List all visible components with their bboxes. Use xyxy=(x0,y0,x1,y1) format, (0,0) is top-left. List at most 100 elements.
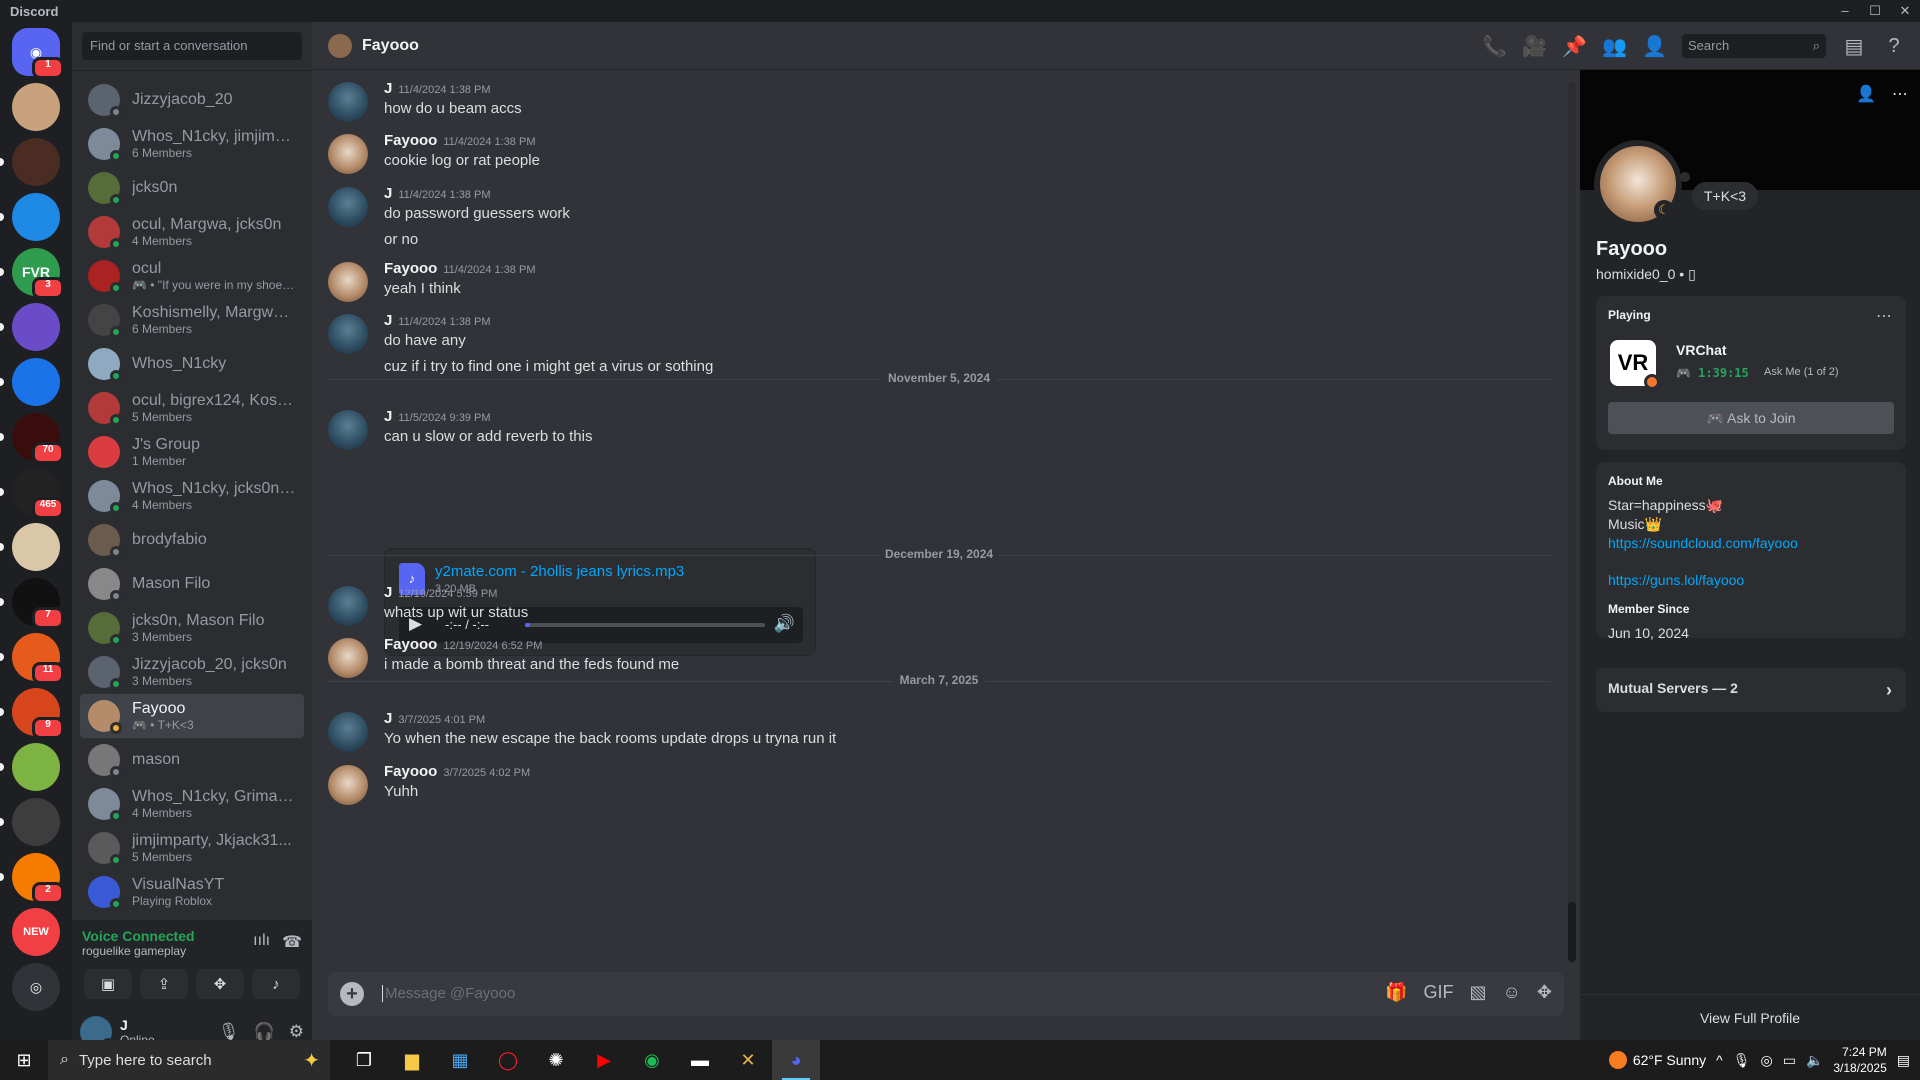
video-call-icon[interactable]: 🎥 xyxy=(1522,34,1547,59)
message-author[interactable]: Fayooo xyxy=(384,636,437,653)
dm-item[interactable]: ocul 🎮 • "If you were in my shoes ... xyxy=(80,254,304,298)
server-icon[interactable]: 11 xyxy=(0,633,64,684)
avatar[interactable] xyxy=(328,187,368,227)
new-server-button[interactable]: NEW xyxy=(12,908,60,956)
dm-item[interactable]: ocul, Margwa, jcks0n 4 Members xyxy=(80,210,304,254)
server-icon[interactable] xyxy=(0,193,60,241)
avatar[interactable] xyxy=(328,765,368,805)
dm-search-input[interactable]: Find or start a conversation xyxy=(82,32,302,60)
notifications-icon[interactable]: ▤ xyxy=(1897,1052,1910,1069)
message-author[interactable]: J xyxy=(384,185,392,202)
disconnect-icon[interactable]: ☎ xyxy=(282,932,302,952)
server-icon[interactable] xyxy=(0,798,60,846)
gif-icon[interactable]: GIF xyxy=(1424,982,1454,1003)
server-icon[interactable] xyxy=(12,83,60,131)
avatar[interactable] xyxy=(328,262,368,302)
camera-off-button[interactable]: ▣ xyxy=(84,969,132,999)
attachment-link[interactable]: y2mate.com - 2hollis jeans lyrics.mp3 xyxy=(435,563,684,580)
message-author[interactable]: J xyxy=(384,408,392,425)
dm-item[interactable]: Fayooo 🎮 • T+K<3 xyxy=(80,694,304,738)
dm-item[interactable]: jcks0n, Mason Filo 3 Members xyxy=(80,606,304,650)
profile-link[interactable]: https://guns.lol/fayooo xyxy=(1608,571,1894,590)
message-author[interactable]: J xyxy=(384,710,392,727)
game-icon[interactable]: ▬ xyxy=(676,1040,724,1080)
avatar[interactable] xyxy=(328,712,368,752)
server-icon[interactable] xyxy=(0,138,60,186)
add-friend-icon[interactable]: 👤 xyxy=(1856,84,1876,104)
dm-item[interactable]: Jizzyjacob_20 xyxy=(80,78,304,122)
sticker-icon[interactable]: ▧ xyxy=(1470,982,1487,1003)
dm-item[interactable]: J's Group 1 Member xyxy=(80,430,304,474)
dm-item[interactable]: Koshismelly, Margwa, ... 6 Members xyxy=(80,298,304,342)
more-icon[interactable]: ⋯ xyxy=(1892,84,1908,104)
microphone-icon[interactable]: 🎙 xyxy=(218,1022,240,1042)
camera-icon[interactable]: ◎ xyxy=(1760,1052,1772,1069)
server-icon[interactable] xyxy=(0,523,60,571)
add-friends-icon[interactable]: 👥 xyxy=(1602,34,1627,59)
user-profile-icon[interactable]: 👤 xyxy=(1642,34,1667,59)
maximize-button[interactable]: ☐ xyxy=(1860,0,1890,22)
microphone-icon[interactable]: 🎙 xyxy=(1733,1052,1751,1069)
chevron-up-icon[interactable]: ^ xyxy=(1716,1052,1723,1068)
message-input[interactable]: Message @Fayooo xyxy=(382,985,515,1002)
dm-item[interactable]: mason xyxy=(80,738,304,782)
server-icon[interactable]: 2 xyxy=(0,853,64,904)
apps-icon[interactable]: ✥ xyxy=(1537,982,1552,1003)
dm-item[interactable]: Whos_N1cky, Grimace... 4 Members xyxy=(80,782,304,826)
server-icon[interactable] xyxy=(0,743,60,791)
server-icon[interactable]: 7 xyxy=(0,578,64,629)
discord-home-icon[interactable]: ◉ 1 xyxy=(12,28,64,79)
message-author[interactable]: Fayooo xyxy=(384,763,437,780)
ask-to-join-button[interactable]: 🎮 Ask to Join xyxy=(1608,402,1894,434)
opera-icon[interactable]: ◯ xyxy=(484,1040,532,1080)
avatar[interactable] xyxy=(328,638,368,678)
dm-item[interactable]: jcks0n xyxy=(80,166,304,210)
app-icon[interactable]: ✺ xyxy=(532,1040,580,1080)
server-icon[interactable]: 9 xyxy=(0,688,64,739)
dm-item[interactable]: Whos_N1cky, jcks0n, ... 4 Members xyxy=(80,474,304,518)
network-icon[interactable]: ▭ xyxy=(1783,1052,1796,1069)
weather-widget[interactable]: 62°F Sunny xyxy=(1608,1051,1706,1069)
screen-share-button[interactable]: ⇪ xyxy=(140,969,188,999)
pin-icon[interactable]: 📌 xyxy=(1562,34,1587,59)
headphones-icon[interactable]: 🎧 xyxy=(254,1022,275,1042)
noise-suppression-icon[interactable]: ıılı xyxy=(253,932,270,952)
task-view-icon[interactable]: ❐ xyxy=(340,1040,388,1080)
server-icon[interactable] xyxy=(0,303,60,351)
gift-icon[interactable]: 🎁 xyxy=(1385,982,1407,1003)
mutual-servers-row[interactable]: Mutual Servers — 2 › xyxy=(1596,668,1906,712)
clock[interactable]: 7:24 PM 3/18/2025 xyxy=(1833,1044,1886,1076)
upload-button[interactable]: + xyxy=(340,982,364,1006)
message-author[interactable]: J xyxy=(384,80,392,97)
scrollbar[interactable] xyxy=(1568,82,1576,962)
dm-item[interactable]: ocul, bigrex124, Koshi... 5 Members xyxy=(80,386,304,430)
app-icon[interactable]: ✕ xyxy=(724,1040,772,1080)
dm-item[interactable]: jimjimparty, Jkjack31... 5 Members xyxy=(80,826,304,870)
dm-item[interactable]: Mason Filo xyxy=(80,562,304,606)
message-author[interactable]: Fayooo xyxy=(384,260,437,277)
message-author[interactable]: Fayooo xyxy=(384,132,437,149)
soundboard-button[interactable]: ♪ xyxy=(252,969,300,999)
close-button[interactable]: ✕ xyxy=(1890,0,1920,22)
windows-start-icon[interactable]: ⊞ xyxy=(0,1040,48,1080)
avatar[interactable] xyxy=(328,82,368,122)
activities-button[interactable]: ✥ xyxy=(196,969,244,999)
avatar[interactable] xyxy=(328,134,368,174)
emoji-icon[interactable]: ☺ xyxy=(1503,982,1521,1003)
discord-taskbar-icon[interactable]: ◕ xyxy=(772,1040,820,1080)
profile-avatar[interactable]: ☾ xyxy=(1594,140,1682,228)
youtube-icon[interactable]: ▶ xyxy=(580,1040,628,1080)
spotify-icon[interactable]: ◉ xyxy=(628,1040,676,1080)
message-composer[interactable]: + Message @Fayooo 🎁 GIF ▧ ☺ ✥ xyxy=(328,972,1564,1016)
message-author[interactable]: J xyxy=(384,584,392,601)
taskbar-search-input[interactable]: ⌕ Type here to search ✦ xyxy=(48,1040,330,1080)
gear-icon[interactable]: ⚙ xyxy=(289,1022,304,1042)
view-full-profile-button[interactable]: View Full Profile xyxy=(1580,994,1920,1040)
server-icon[interactable]: 465 xyxy=(0,468,64,519)
store-icon[interactable]: ▦ xyxy=(436,1040,484,1080)
avatar[interactable] xyxy=(328,314,368,354)
more-icon[interactable]: ⋯ xyxy=(1876,306,1892,326)
scrollbar-thumb[interactable] xyxy=(1568,902,1576,962)
volume-icon[interactable]: 🔈 xyxy=(1806,1052,1823,1069)
server-icon[interactable]: 70 xyxy=(0,413,64,464)
